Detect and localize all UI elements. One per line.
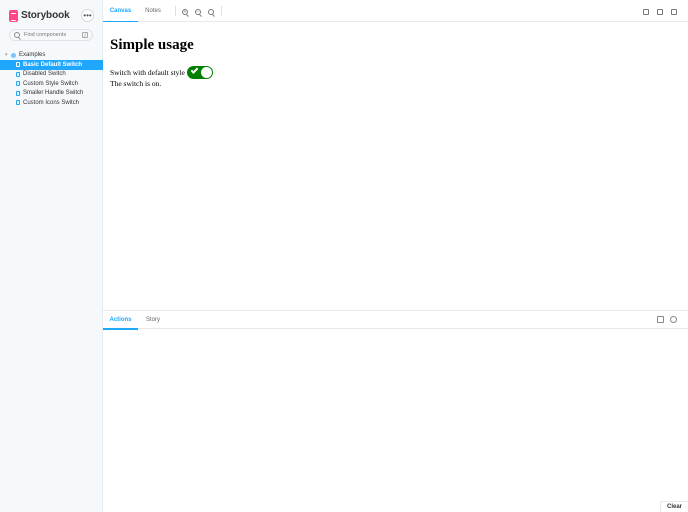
story-item-disabled-switch[interactable]: Disabled Switch bbox=[0, 70, 103, 80]
storybook-logo-icon bbox=[9, 9, 18, 22]
toolbar-divider bbox=[221, 6, 222, 16]
tab-canvas[interactable]: Canvas bbox=[103, 0, 138, 23]
clear-button[interactable]: Clear bbox=[660, 501, 688, 512]
story-item-smaller-handle-switch[interactable]: Smaller Handle Switch bbox=[0, 89, 103, 99]
toggle-switch[interactable] bbox=[186, 65, 213, 79]
switch-label: Switch with default style bbox=[110, 67, 185, 77]
story-icon bbox=[16, 71, 20, 77]
fullscreen-icon[interactable] bbox=[643, 9, 649, 15]
search-box[interactable]: / bbox=[9, 29, 93, 41]
zoom-in-symbol: + bbox=[183, 9, 187, 15]
zoom-out-symbol: − bbox=[196, 9, 200, 15]
toolbar-divider bbox=[175, 6, 176, 16]
search-icon bbox=[14, 32, 20, 38]
tab-story[interactable]: Story bbox=[138, 311, 168, 329]
tab-actions[interactable]: Actions bbox=[103, 311, 138, 330]
zoom-out-icon[interactable]: − bbox=[195, 9, 201, 15]
story-item-label: Basic Default Switch bbox=[23, 61, 83, 68]
story-item-label: Custom Style Switch bbox=[23, 80, 79, 87]
story-item-label: Smaller Handle Switch bbox=[23, 90, 84, 97]
sidebar-menu-button[interactable]: ••• bbox=[81, 9, 94, 22]
panel-tabbar: Actions Story bbox=[103, 311, 688, 330]
switch-handle bbox=[200, 66, 212, 78]
search-shortcut-badge: / bbox=[82, 32, 88, 38]
story-item-label: Custom Icons Switch bbox=[23, 99, 80, 106]
sidebar: Storybook ••• / ▾ Examples Basic Default… bbox=[0, 0, 103, 512]
tree-group-label: Examples bbox=[19, 52, 46, 58]
tree-group-examples[interactable]: ▾ Examples bbox=[0, 50, 103, 60]
ellipsis-icon: ••• bbox=[83, 10, 92, 20]
story-item-basic-default-switch[interactable]: Basic Default Switch bbox=[0, 60, 103, 70]
story-icon bbox=[16, 100, 20, 106]
switch-status-text: The switch is on. bbox=[110, 79, 162, 88]
close-panel-icon[interactable] bbox=[670, 316, 677, 323]
tab-notes[interactable]: Notes bbox=[138, 0, 168, 22]
story-icon bbox=[16, 90, 20, 96]
addon-panel: Actions Story Clear bbox=[103, 310, 688, 512]
zoom-reset-icon[interactable] bbox=[208, 9, 214, 15]
panel-orientation-icon[interactable] bbox=[657, 316, 664, 323]
story-icon bbox=[16, 62, 20, 68]
search-input[interactable] bbox=[24, 32, 84, 38]
story-title: Simple usage bbox=[110, 37, 194, 53]
check-icon bbox=[190, 65, 199, 74]
folder-icon bbox=[11, 52, 16, 58]
story-item-custom-style-switch[interactable]: Custom Style Switch bbox=[0, 79, 103, 89]
story-icon bbox=[16, 81, 20, 87]
zoom-in-icon[interactable]: + bbox=[182, 9, 188, 15]
switch-row: Switch with default style bbox=[110, 65, 213, 79]
story-item-custom-icons-switch[interactable]: Custom Icons Switch bbox=[0, 98, 103, 108]
share-icon[interactable] bbox=[657, 9, 663, 15]
story-item-label: Disabled Switch bbox=[23, 71, 66, 78]
brand[interactable]: Storybook bbox=[9, 9, 70, 22]
preview-canvas: Simple usage Switch with default style T… bbox=[103, 22, 688, 310]
storybook-app: Storybook ••• / ▾ Examples Basic Default… bbox=[0, 0, 688, 512]
preview-toolbar: Canvas Notes + − bbox=[103, 0, 688, 23]
brand-name: Storybook bbox=[21, 10, 70, 21]
open-new-icon[interactable] bbox=[671, 9, 677, 15]
story-tree: ▾ Examples Basic Default Switch Disabled… bbox=[0, 50, 103, 108]
